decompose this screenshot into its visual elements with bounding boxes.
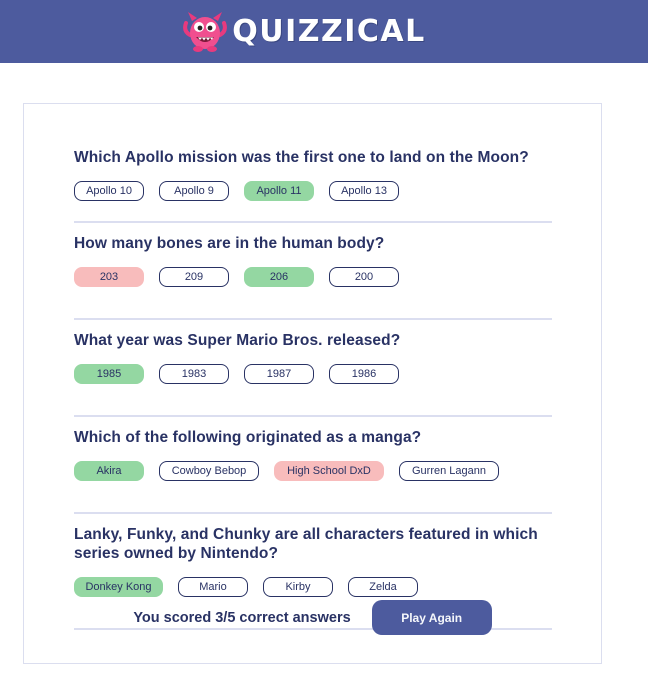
app-header: QUIZZICAL bbox=[0, 0, 648, 63]
brand-logo: QUIZZICAL bbox=[182, 9, 426, 55]
answer-option[interactable]: Mario bbox=[178, 577, 248, 597]
quiz-results-card: Which Apollo mission was the first one t… bbox=[23, 103, 602, 664]
answer-options: Akira Cowboy Bebop High School DxD Gurren L… bbox=[74, 461, 552, 481]
brand-name: QUIZZICAL bbox=[232, 14, 426, 49]
answer-option[interactable]: 203 bbox=[74, 267, 144, 287]
answer-option[interactable]: Apollo 9 bbox=[159, 181, 229, 201]
results-footer: You scored 3/5 correct answers Play Agai… bbox=[24, 600, 601, 635]
play-again-button[interactable]: Play Again bbox=[371, 600, 492, 635]
answer-option[interactable]: Kirby bbox=[263, 577, 333, 597]
question-block: How many bones are in the human body? 203… bbox=[74, 234, 552, 320]
answer-options: 1985 1983 1987 1986 bbox=[74, 364, 552, 384]
answer-option[interactable]: 1987 bbox=[244, 364, 314, 384]
question-block: Which of the following originated as a m… bbox=[74, 428, 552, 514]
answer-option[interactable]: 206 bbox=[244, 267, 314, 287]
answer-option[interactable]: 1983 bbox=[159, 364, 229, 384]
answer-option[interactable]: Apollo 13 bbox=[329, 181, 399, 201]
answer-option[interactable]: High School DxD bbox=[274, 461, 384, 481]
answer-option[interactable]: 1985 bbox=[74, 364, 144, 384]
answer-option[interactable]: 209 bbox=[159, 267, 229, 287]
answer-option[interactable]: Apollo 10 bbox=[74, 181, 144, 201]
question-text: What year was Super Mario Bros. released… bbox=[74, 332, 401, 349]
question-text: Lanky, Funky, and Chunky are all charact… bbox=[74, 526, 538, 562]
answer-option[interactable]: Cowboy Bebop bbox=[159, 461, 259, 481]
answer-option[interactable]: Akira bbox=[74, 461, 144, 481]
answer-options: Apollo 10 Apollo 9 Apollo 11 Apollo 13 bbox=[74, 181, 552, 201]
question-block: Which Apollo mission was the first one t… bbox=[74, 148, 552, 223]
question-text: How many bones are in the human body? bbox=[74, 235, 385, 252]
question-list: Which Apollo mission was the first one t… bbox=[74, 148, 552, 630]
question-text: Which of the following originated as a m… bbox=[74, 429, 422, 446]
answer-option[interactable]: Zelda bbox=[348, 577, 418, 597]
question-block: What year was Super Mario Bros. released… bbox=[74, 331, 552, 417]
answer-option[interactable]: Gurren Lagann bbox=[399, 461, 499, 481]
question-text: Which Apollo mission was the first one t… bbox=[74, 149, 529, 166]
answer-option[interactable]: 1986 bbox=[329, 364, 399, 384]
answer-options: 203 209 206 200 bbox=[74, 267, 552, 287]
score-text: You scored 3/5 correct answers bbox=[133, 609, 351, 626]
answer-options: Donkey Kong Mario Kirby Zelda bbox=[74, 577, 552, 597]
answer-option[interactable]: Donkey Kong bbox=[74, 577, 163, 597]
monster-mascot-icon bbox=[183, 11, 228, 52]
answer-option[interactable]: 200 bbox=[329, 267, 399, 287]
answer-option[interactable]: Apollo 11 bbox=[244, 181, 314, 201]
